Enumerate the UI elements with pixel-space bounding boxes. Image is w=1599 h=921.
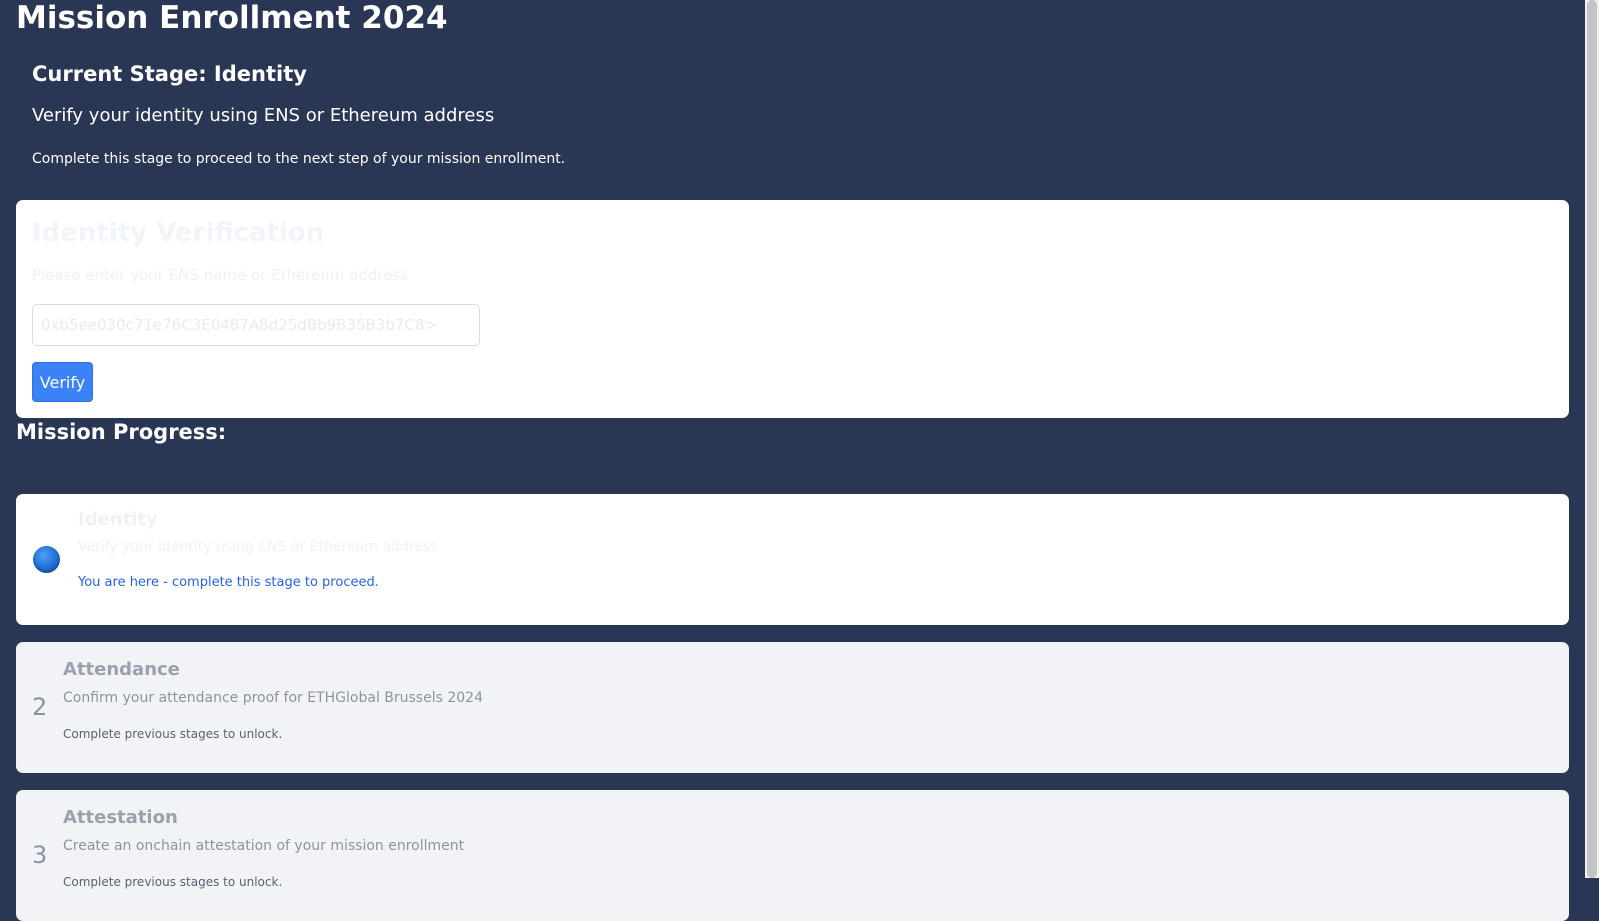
progress-heading: Mission Progress: xyxy=(16,420,227,444)
scrollbar-track[interactable] xyxy=(1585,0,1599,878)
stage-note: You are here - complete this stage to pr… xyxy=(78,575,379,590)
identity-verification-card: Identity Verification Please enter your … xyxy=(16,200,1569,418)
stage-card-attestation: 3 Attestation Create an onchain attestat… xyxy=(16,790,1569,921)
stage-description: Verify your identity using ENS or Ethere… xyxy=(78,539,438,555)
stage-number: 3 xyxy=(32,841,48,869)
stage-description: Confirm your attendance proof for ETHGlo… xyxy=(63,690,483,706)
stage-card-identity: Identity Verify your identity using ENS … xyxy=(16,494,1569,625)
page-title: Mission Enrollment 2024 xyxy=(16,0,448,36)
current-stage-note: Complete this stage to proceed to the ne… xyxy=(32,151,566,167)
scrollbar-thumb[interactable] xyxy=(1587,0,1597,878)
current-stage-description: Verify your identity using ENS or Ethere… xyxy=(32,105,495,126)
stage-number: 2 xyxy=(32,693,48,721)
stage-card-attendance: 2 Attendance Confirm your attendance pro… xyxy=(16,642,1569,773)
blue-circle-icon xyxy=(33,546,60,573)
stage-description: Create an onchain attestation of your mi… xyxy=(63,838,465,854)
stage-note: Complete previous stages to unlock. xyxy=(63,727,283,741)
current-stage-title: Current Stage: Identity xyxy=(32,62,307,86)
verification-title: Identity Verification xyxy=(32,218,325,248)
stage-title: Attendance xyxy=(63,659,180,680)
stage-note: Complete previous stages to unlock. xyxy=(63,875,283,889)
verification-prompt: Please enter your ENS name or Ethereum a… xyxy=(32,266,409,284)
stage-title: Attestation xyxy=(63,807,178,828)
verify-button[interactable]: Verify xyxy=(32,362,93,402)
stage-title: Identity xyxy=(78,509,158,530)
address-input[interactable] xyxy=(32,304,480,346)
current-stage-header: Current Stage: Identity Verify your iden… xyxy=(32,60,1232,167)
